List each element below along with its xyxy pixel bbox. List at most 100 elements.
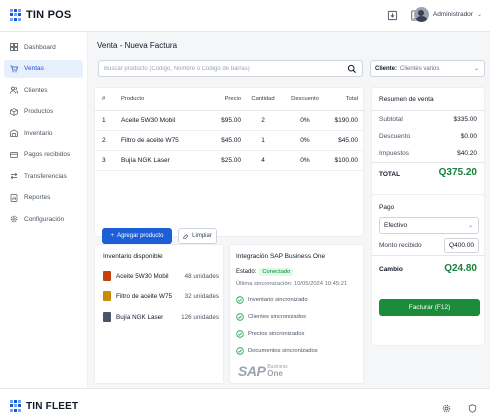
cell-discount[interactable]: 0% — [285, 110, 325, 131]
cart-panel: # Producto Precio Cantidad Descuento Tot… — [94, 87, 365, 244]
client-value: Clientes varios — [400, 65, 440, 72]
payment-method-select[interactable]: Efectivo ⌄ — [379, 217, 479, 234]
sync-check-item: Clientes sincronizados — [236, 313, 306, 321]
sidebar-item-clientes[interactable]: Clientes — [4, 81, 83, 99]
total-value: Q375.20 — [438, 167, 477, 178]
check-circle-icon — [236, 347, 244, 355]
settings-icon[interactable] — [440, 402, 452, 414]
transfer-icon — [10, 172, 18, 180]
list-item[interactable]: Filtro de aceite W75 32 unidades — [103, 290, 219, 302]
status-badge: Conectado — [259, 268, 294, 276]
warehouse-icon — [10, 129, 18, 137]
cell-number: 3 — [95, 150, 121, 171]
sidebar-item-productos[interactable]: Productos — [4, 103, 83, 121]
sidebar-item-label: Productos — [24, 108, 54, 115]
check-circle-icon — [236, 330, 244, 338]
item-units: 126 unidades — [181, 313, 219, 321]
shield-icon[interactable] — [466, 402, 478, 414]
download-icon[interactable] — [386, 9, 398, 21]
sidebar-item-transferencias[interactable]: Transferencias — [4, 167, 83, 185]
check-label: Clientes sincronizados — [248, 314, 306, 320]
sidebar-item-label: Transferencias — [24, 172, 67, 180]
list-item[interactable]: Aceite 5W30 Mobil 48 unidades — [103, 270, 219, 282]
sidebar-item-label: Inventario — [24, 129, 53, 137]
cell-discount[interactable]: 0% — [285, 150, 325, 171]
main-content: Venta - Nueva Factura Cliente: Clientes … — [88, 32, 490, 388]
sidebar-item-label: Clientes — [24, 86, 48, 94]
cart-icon — [10, 65, 18, 72]
tax-label: Impuestos — [379, 150, 409, 157]
check-label: Precios sincronizados — [248, 331, 305, 337]
summary-title: Resumen de venta — [379, 96, 434, 103]
item-units: 48 unidades — [184, 272, 219, 280]
check-circle-icon — [236, 296, 244, 304]
check-circle-icon — [236, 313, 244, 321]
eraser-icon — [183, 234, 189, 239]
total-label: TOTAL — [379, 171, 401, 178]
item-name: Aceite 5W30 Mobil — [116, 272, 169, 280]
cell-quantity[interactable]: 2 — [241, 110, 285, 131]
product-thumbnail — [103, 271, 111, 281]
chevron-down-icon: ⌄ — [467, 223, 473, 229]
cart-table: # Producto Precio Cantidad Descuento Tot… — [95, 88, 365, 171]
client-label: Cliente: — [375, 65, 398, 72]
sap-status: Estado: Conectado — [236, 268, 294, 276]
sync-check-item: Inventario sincronizado — [236, 296, 308, 304]
user-menu[interactable]: Administrador ⌄ — [413, 7, 482, 22]
cell-price: $45.00 — [209, 130, 241, 151]
chevron-down-icon: ⌄ — [476, 12, 482, 18]
table-row[interactable]: 2 Filtro de aceite W75 $45.00 1 0% $45.0… — [95, 130, 365, 151]
chevron-down-icon: ⌄ — [473, 66, 479, 72]
cell-product: Filtro de aceite W75 — [121, 130, 209, 151]
inventory-panel: Inventario disponible Aceite 5W30 Mobil … — [94, 244, 224, 384]
cell-quantity[interactable]: 1 — [241, 130, 285, 151]
sidebar-item-dashboard[interactable]: Dashboard — [4, 38, 83, 56]
sidebar-item-configuracion[interactable]: Configuración — [4, 210, 83, 228]
sidebar-item-label: Pagos recibidos — [24, 151, 71, 158]
list-item[interactable]: Bujía NGK Laser 126 unidades — [103, 311, 219, 323]
sap-business-one-logo: SAP Business One — [238, 363, 288, 379]
sidebar-item-reportes[interactable]: Reportes — [4, 189, 83, 207]
inventory-title: Inventario disponible — [103, 253, 163, 260]
col-quantity: Cantidad — [241, 88, 285, 111]
report-icon — [10, 193, 18, 202]
invoice-button[interactable]: Facturar (F12) — [379, 299, 480, 316]
payment-method-value: Efectivo — [384, 222, 408, 229]
sidebar-item-label: Reportes — [24, 194, 51, 201]
clear-button[interactable]: Limpiar — [178, 228, 217, 244]
cell-number: 2 — [95, 130, 121, 151]
product-search[interactable] — [98, 60, 363, 77]
sidebar-item-inventario[interactable]: Inventario — [4, 124, 83, 142]
sidebar-item-ventas[interactable]: Ventas — [4, 59, 83, 78]
tax-row: Impuestos $40.20 — [379, 150, 477, 157]
table-row[interactable]: 1 Aceite 5W30 Mobil $95.00 2 0% $190.00 — [95, 110, 365, 131]
grid-icon — [10, 43, 18, 51]
app-logo[interactable]: TIN POS — [10, 9, 71, 21]
clear-label: Limpiar — [192, 233, 212, 239]
cell-quantity[interactable]: 4 — [241, 150, 285, 171]
payment-panel: Pago Efectivo ⌄ Monto recibido Q400.00 C… — [371, 194, 485, 346]
sidebar-item-label: Configuración — [24, 215, 65, 223]
col-total: Total — [325, 88, 365, 111]
table-row[interactable]: 3 Bujía NGK Laser $25.00 4 0% $100.00 — [95, 150, 365, 171]
add-product-label: Agregar producto — [117, 233, 164, 239]
cell-total: $100.00 — [325, 150, 365, 171]
cell-discount[interactable]: 0% — [285, 130, 325, 151]
search-icon[interactable] — [347, 64, 357, 74]
received-amount-input[interactable]: Q400.00 — [444, 238, 479, 253]
product-thumbnail — [103, 291, 111, 301]
cell-price: $95.00 — [209, 110, 241, 131]
discount-row: Descuento $0.00 — [379, 133, 477, 140]
sync-check-item: Precios sincronizados — [236, 330, 304, 338]
add-product-button[interactable]: + Agregar producto — [102, 228, 172, 244]
cell-total: $45.00 — [325, 130, 365, 151]
sidebar-item-pagos-recibidos[interactable]: Pagos recibidos — [4, 146, 83, 164]
subtotal-value: $335.00 — [453, 116, 478, 123]
logo-mark-icon — [10, 9, 22, 21]
search-input[interactable] — [104, 64, 344, 74]
item-name: Bujía NGK Laser — [116, 313, 164, 321]
sap-logo-text: SAP — [238, 363, 266, 379]
sap-title: Integración SAP Business One — [236, 253, 326, 260]
client-select[interactable]: Cliente: Clientes varios ⌄ — [370, 60, 485, 77]
divider — [372, 255, 484, 256]
